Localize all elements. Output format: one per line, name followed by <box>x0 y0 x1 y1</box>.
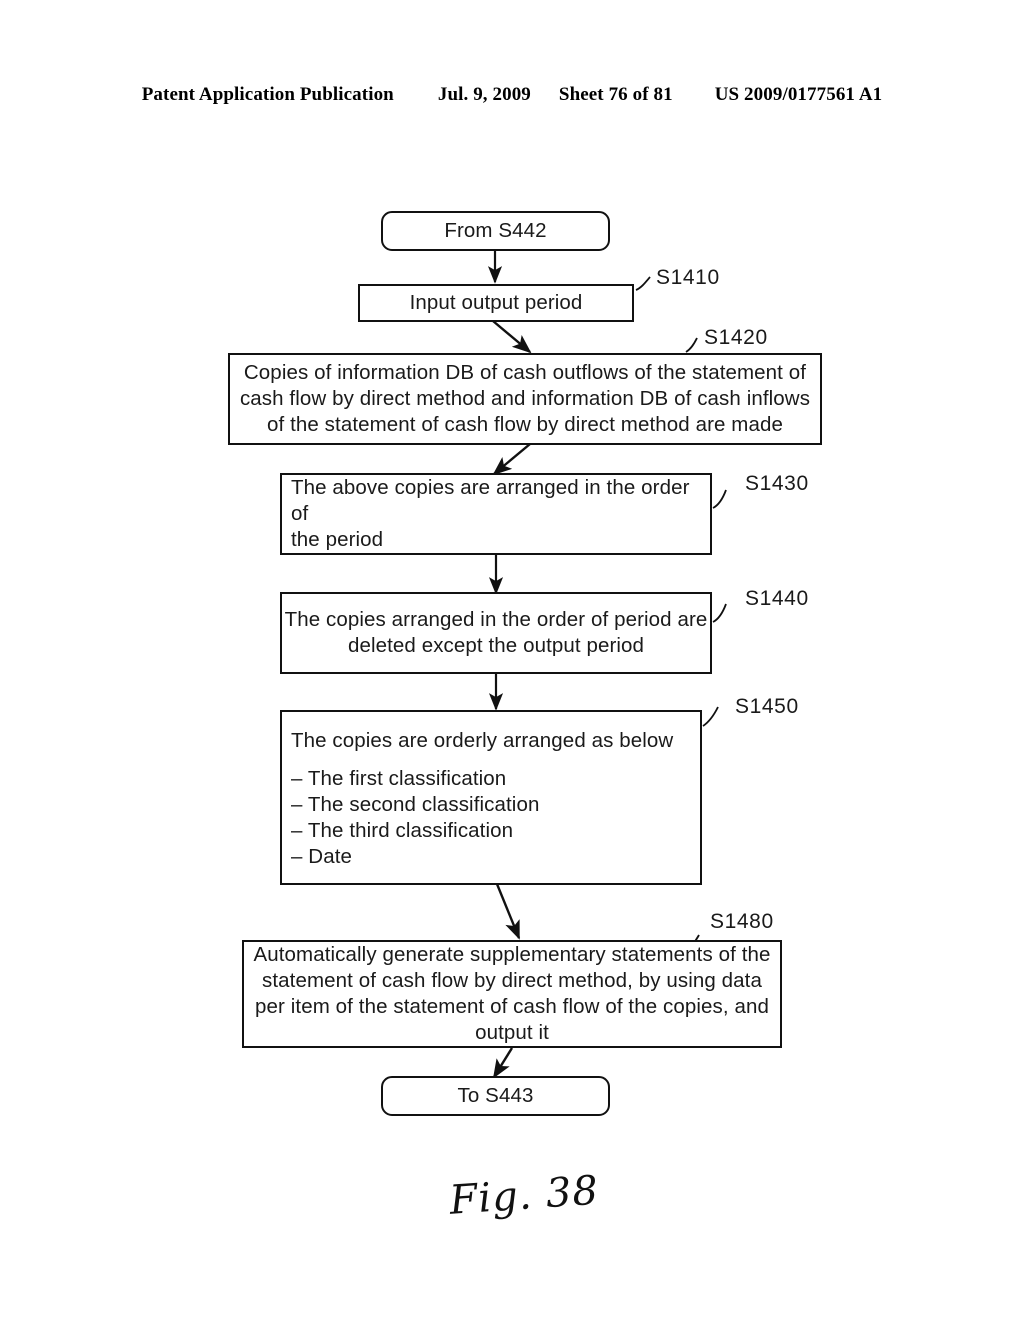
flow-node-start-label: From S442 <box>444 219 547 242</box>
flow-node-s1450-item-3: – Date <box>291 845 352 868</box>
step-label-s1430: S1430 <box>745 472 809 495</box>
leader-s1430 <box>712 489 727 509</box>
connector-s1420-to-s1430 <box>492 443 531 476</box>
step-label-s1420: S1420 <box>704 326 768 349</box>
flow-node-s1450-item-1: – The second classification <box>291 793 540 816</box>
flow-node-s1420[interactable]: Copies of information DB of cash outflow… <box>228 353 822 445</box>
flow-node-s1480-line-3: output it <box>475 1021 549 1044</box>
flow-node-s1430[interactable]: The above copies are arranged in the ord… <box>280 473 712 555</box>
flow-node-s1450-item-0: – The first classification <box>291 767 507 790</box>
flow-node-s1480-line-0: Automatically generate supplementary sta… <box>253 943 771 966</box>
leader-s1420 <box>685 337 698 353</box>
flow-node-s1440-line-0: The copies arranged in the order of peri… <box>284 608 708 631</box>
flow-node-s1410-line-0: Input output period <box>409 291 583 314</box>
flow-node-s1430-line-1: the period <box>291 528 384 551</box>
flow-node-s1450-item-2: – The third classification <box>291 819 514 842</box>
leader-s1410 <box>635 276 651 291</box>
flow-node-s1450-line-0: The copies are orderly arranged as below <box>291 729 674 752</box>
flow-node-s1430-line-0: The above copies are arranged in the ord… <box>291 476 690 525</box>
flow-node-s1480-line-1: statement of cash flow by direct method,… <box>262 969 762 992</box>
flow-node-s1480[interactable]: Automatically generate supplementary sta… <box>242 940 782 1048</box>
leader-s1450 <box>702 706 719 727</box>
leader-s1440 <box>712 603 727 623</box>
flow-node-s1410[interactable]: Input output period <box>358 284 634 322</box>
flow-node-s1440[interactable]: The copies arranged in the order of peri… <box>280 592 712 674</box>
connector-s1410-to-s1420 <box>492 320 532 354</box>
step-label-s1450: S1450 <box>735 695 799 718</box>
flow-node-s1420-line-2: of the statement of cash flow by direct … <box>267 413 783 436</box>
flowchart-diagram: From S442 Input output period S1410 Copi… <box>0 0 1024 1320</box>
connector-s1480-to-end <box>492 1047 514 1079</box>
figure-caption: Fig. 38 <box>448 1167 601 1224</box>
flow-node-start[interactable]: From S442 <box>381 211 610 251</box>
step-label-s1410: S1410 <box>656 266 720 289</box>
flow-node-s1420-line-0: Copies of information DB of cash outflow… <box>243 361 807 384</box>
flow-node-s1440-line-1: deleted except the output period <box>347 634 645 657</box>
flow-node-end[interactable]: To S443 <box>381 1076 610 1116</box>
flow-node-s1450[interactable]: The copies are orderly arranged as below… <box>280 710 702 885</box>
step-label-s1440: S1440 <box>745 587 809 610</box>
flow-node-s1420-line-1: cash flow by direct method and informati… <box>239 387 811 410</box>
flow-node-end-label: To S443 <box>457 1084 534 1107</box>
step-label-s1480: S1480 <box>710 910 774 933</box>
flow-node-s1480-line-2: per item of the statement of cash flow o… <box>255 995 769 1018</box>
